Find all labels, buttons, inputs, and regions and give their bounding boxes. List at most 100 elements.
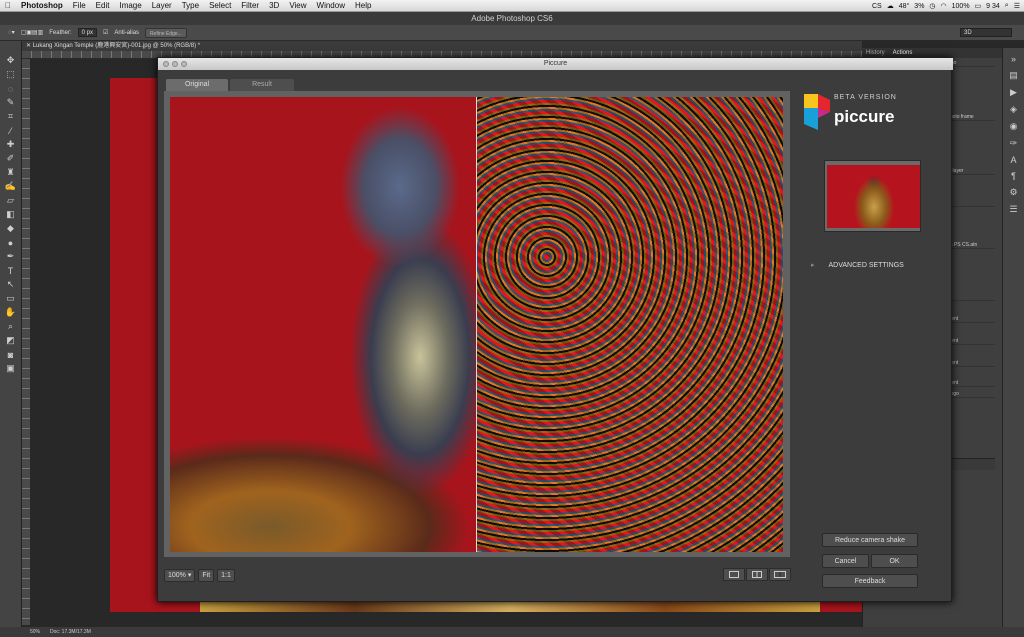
action-item[interactable]: photo frame: [945, 114, 995, 121]
split-preview[interactable]: [170, 97, 783, 552]
feather-input[interactable]: 0 px: [77, 28, 97, 37]
history-brush-icon[interactable]: ✍: [4, 181, 18, 192]
antialias-checkbox[interactable]: ☑: [103, 29, 108, 36]
menu-layer[interactable]: Layer: [147, 1, 177, 10]
actions-play-icon[interactable]: ▶: [1010, 87, 1017, 98]
tab-actions[interactable]: Actions: [893, 50, 913, 56]
gradient-icon[interactable]: ◧: [4, 209, 18, 220]
type-tool-icon[interactable]: T: [4, 265, 18, 276]
character-panel-icon[interactable]: A: [1010, 155, 1016, 165]
screen-mode-icon[interactable]: ▣: [4, 363, 18, 374]
move-tool-icon[interactable]: ✥: [4, 55, 18, 66]
thumbnail-image: [827, 165, 920, 228]
menu-select[interactable]: Select: [204, 1, 236, 10]
pen-tool-icon[interactable]: ✒: [4, 251, 18, 262]
channels-panel-icon[interactable]: ◉: [1010, 121, 1018, 132]
crop-tool-icon[interactable]: ⌗: [4, 111, 18, 122]
temperature[interactable]: 48°: [899, 3, 910, 10]
action-item[interactable]: nt layer: [945, 168, 995, 175]
eyedropper-icon[interactable]: ⁄: [4, 125, 18, 136]
battery-percent[interactable]: 100%: [952, 3, 970, 10]
hand-tool-icon[interactable]: ✋: [4, 307, 18, 318]
tool-presets-icon[interactable]: ⚙: [1009, 187, 1017, 198]
path-select-icon[interactable]: ↖: [4, 279, 18, 290]
tab-result[interactable]: Result: [230, 79, 294, 91]
menu-type[interactable]: Type: [177, 1, 204, 10]
menu-file[interactable]: File: [68, 1, 91, 10]
zoom-select[interactable]: 100% ▾: [164, 568, 196, 582]
eraser-icon[interactable]: ▱: [4, 195, 18, 206]
zoom-readout[interactable]: 50%: [30, 629, 40, 635]
zoom-window-icon[interactable]: [181, 61, 187, 67]
brush-tool-icon[interactable]: ✐: [4, 153, 18, 164]
menu-image[interactable]: Image: [114, 1, 146, 10]
battery-icon[interactable]: ▭: [975, 2, 982, 10]
action-item[interactable]: ment: [945, 316, 995, 323]
document-tab[interactable]: ✕ Lukang Xingan Temple (鹿港興安宮)-001.jpg @…: [22, 41, 862, 51]
paragraph-panel-icon[interactable]: ¶: [1011, 171, 1016, 181]
side-by-side-icon: [774, 571, 786, 578]
apple-icon[interactable]: : [0, 1, 16, 10]
cpu-percent[interactable]: 3%: [914, 3, 924, 10]
close-window-icon[interactable]: [163, 61, 169, 67]
paths-panel-icon[interactable]: ✑: [1010, 138, 1018, 149]
workspace-select[interactable]: 3D: [960, 28, 1012, 37]
stamp-tool-icon[interactable]: ♜: [4, 167, 18, 178]
lasso-tool-icon[interactable]: ◌: [4, 83, 18, 94]
menu-3d[interactable]: 3D: [264, 1, 284, 10]
one-to-one-button[interactable]: 1:1: [217, 568, 235, 582]
notification-icon[interactable]: ☰: [1014, 2, 1020, 10]
split-divider[interactable]: [476, 97, 477, 552]
menu-filter[interactable]: Filter: [236, 1, 264, 10]
menu-help[interactable]: Help: [350, 1, 376, 10]
selection-mode-icons[interactable]: ▢▣▤▥: [21, 29, 44, 36]
spotlight-icon[interactable]: ⌕: [1005, 2, 1009, 10]
fit-button[interactable]: Fit: [198, 568, 215, 582]
panel-collapse-icon[interactable]: »: [1011, 54, 1016, 64]
weather-icon[interactable]: ☁: [887, 2, 894, 10]
zoom-tool-icon[interactable]: ⌕: [4, 321, 18, 332]
history-panel-icon[interactable]: ▤: [1009, 70, 1018, 81]
dialog-titlebar[interactable]: Piccure: [158, 58, 953, 70]
marquee-tool-icon[interactable]: ⬚: [4, 69, 18, 80]
feedback-button[interactable]: Feedback: [822, 574, 918, 588]
single-view-button[interactable]: [723, 568, 745, 581]
properties-panel-icon[interactable]: ☰: [1009, 204, 1017, 215]
split-view-button[interactable]: [746, 568, 768, 581]
clock-icon[interactable]: ◷: [929, 2, 935, 10]
healing-icon[interactable]: ✚: [4, 139, 18, 150]
action-item[interactable]: 4: [945, 294, 995, 301]
close-tab-icon[interactable]: ✕: [26, 43, 31, 49]
advanced-settings-toggle[interactable]: ▸ ADVANCED SETTINGS: [811, 261, 904, 270]
action-item[interactable]: ment: [945, 338, 995, 345]
layers-panel-icon[interactable]: ◈: [1010, 104, 1017, 115]
lasso-tool-preset-icon[interactable]: ◌▾: [8, 29, 15, 36]
menu-edit[interactable]: Edit: [91, 1, 115, 10]
action-item[interactable]: ment: [945, 380, 995, 387]
menu-window[interactable]: Window: [312, 1, 350, 10]
blur-tool-icon[interactable]: ◆: [4, 223, 18, 234]
navigator-thumbnail[interactable]: [824, 160, 921, 232]
shape-tool-icon[interactable]: ▭: [4, 293, 18, 304]
color-swatches-icon[interactable]: ◩: [4, 335, 18, 346]
side-by-side-button[interactable]: [769, 568, 791, 581]
action-item[interactable]: l logo: [945, 391, 995, 398]
quick-select-icon[interactable]: ✎: [4, 97, 18, 108]
wifi-icon[interactable]: ◠: [941, 2, 947, 10]
menu-view[interactable]: View: [284, 1, 311, 10]
cancel-button[interactable]: Cancel: [822, 554, 869, 568]
action-item[interactable]: rs: [945, 200, 995, 207]
time-label[interactable]: 9 34: [986, 3, 1000, 10]
action-item[interactable]: _6 PS CS.atn: [945, 242, 995, 249]
dodge-tool-icon[interactable]: ●: [4, 237, 18, 248]
quick-mask-icon[interactable]: ◙: [4, 349, 18, 360]
reduce-camera-shake-button[interactable]: Reduce camera shake: [822, 533, 918, 547]
refine-edge-button[interactable]: Refine Edge...: [145, 27, 187, 38]
minimize-window-icon[interactable]: [172, 61, 178, 67]
cs-status[interactable]: CS: [872, 3, 882, 10]
menu-app-photoshop[interactable]: Photoshop: [16, 1, 68, 10]
tab-original[interactable]: Original: [166, 79, 228, 91]
action-item[interactable]: ment: [945, 360, 995, 367]
ok-button[interactable]: OK: [871, 554, 918, 568]
tab-history[interactable]: History: [866, 50, 885, 56]
